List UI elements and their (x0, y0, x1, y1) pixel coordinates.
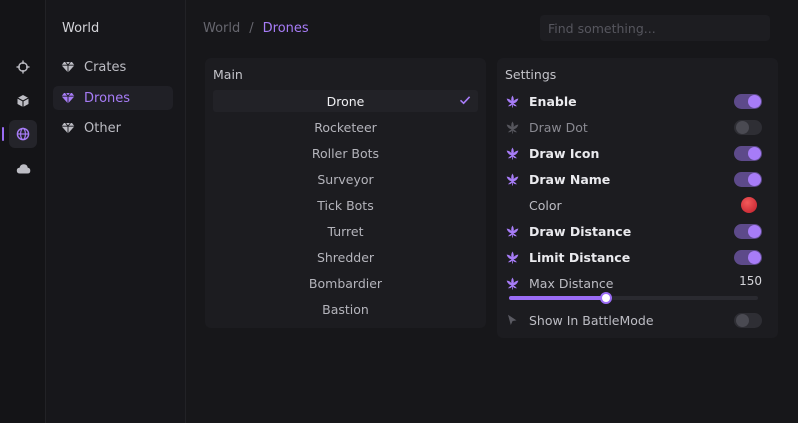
list-item-drone[interactable]: Drone (213, 90, 478, 112)
list-item-bombardier[interactable]: Bombardier (213, 272, 478, 294)
setting-label: Show In BattleMode (529, 312, 654, 328)
enable-toggle[interactable] (734, 94, 762, 109)
panel-title: Settings (505, 67, 557, 82)
draw-dot-toggle[interactable] (734, 120, 762, 135)
setting-label: Draw Name (529, 171, 611, 187)
cube-icon[interactable] (9, 87, 37, 115)
list-item-label: Bastion (322, 301, 369, 317)
sidebar-item-label: Drones (84, 90, 131, 106)
list-item-label: Roller Bots (311, 145, 380, 161)
max-distance-slider[interactable] (509, 292, 758, 304)
draw-icon-toggle[interactable] (734, 146, 762, 161)
setting-label: Draw Icon (529, 145, 600, 161)
setting-label: Max Distance (529, 275, 614, 291)
list-item-roller-bots[interactable]: Roller Bots (213, 142, 478, 164)
gem-icon (61, 61, 75, 73)
setting-label: Draw Dot (529, 119, 588, 135)
limit-distance-toggle[interactable] (734, 250, 762, 265)
active-indicator (2, 127, 4, 141)
draw-distance-toggle[interactable] (734, 224, 762, 239)
list-item-rocketeer[interactable]: Rocketeer (213, 116, 478, 138)
slider-thumb[interactable] (600, 292, 613, 304)
search-input[interactable] (540, 15, 770, 41)
settings-panel: Settings Enable Draw Dot Draw Icon Draw … (497, 58, 778, 338)
list-item-label: Surveyor (317, 171, 374, 187)
breadcrumb: World / Drones (203, 21, 309, 36)
list-item-label: Bombardier (308, 275, 383, 291)
panel-title: Main (213, 67, 243, 82)
sidebar: World Crates Drones Other (47, 0, 186, 423)
breadcrumb-separator: / (249, 21, 254, 36)
list-item-label: Rocketeer (314, 119, 377, 135)
list-item-label: Turret (327, 223, 364, 239)
setting-max-distance: Max Distance 150 (505, 272, 762, 294)
sidebar-item-other[interactable]: Other (53, 116, 173, 140)
slider-value: 150 (739, 274, 762, 288)
cursor-icon (505, 313, 519, 327)
leaf-icon (505, 94, 519, 108)
setting-draw-name: Draw Name (505, 168, 762, 190)
main-panel: Main Drone Rocketeer Roller Bots Surveyo… (205, 58, 486, 328)
leaf-icon (505, 120, 519, 134)
leaf-icon (505, 250, 519, 264)
list-item-label: Tick Bots (317, 197, 374, 213)
setting-label: Draw Distance (529, 223, 632, 239)
leaf-icon (505, 172, 519, 186)
setting-limit-distance: Limit Distance (505, 246, 762, 268)
list-item-tick-bots[interactable]: Tick Bots (213, 194, 478, 216)
list-item-label: Shredder (316, 249, 375, 265)
leaf-icon (505, 146, 519, 160)
list-item-label: Drone (326, 93, 365, 109)
sidebar-item-drones[interactable]: Drones (53, 86, 173, 110)
sidebar-item-crates[interactable]: Crates (53, 55, 173, 79)
setting-draw-distance: Draw Distance (505, 220, 762, 242)
globe-icon[interactable] (9, 120, 37, 148)
check-icon (459, 96, 471, 105)
list-item-bastion[interactable]: Bastion (213, 298, 478, 320)
crosshair-icon[interactable] (9, 53, 37, 81)
list-item-turret[interactable]: Turret (213, 220, 478, 242)
leaf-icon (505, 224, 519, 238)
battle-mode-toggle[interactable] (734, 313, 762, 328)
setting-color: Color (505, 194, 762, 216)
icon-rail (0, 0, 46, 423)
setting-draw-icon: Draw Icon (505, 142, 762, 164)
leaf-icon (505, 276, 519, 290)
slider-fill (509, 296, 607, 300)
setting-battle-mode: Show In BattleMode (505, 309, 762, 331)
setting-label: Color (529, 197, 562, 213)
color-swatch[interactable] (741, 197, 757, 213)
list-item-surveyor[interactable]: Surveyor (213, 168, 478, 190)
setting-enable: Enable (505, 90, 762, 112)
breadcrumb-current: Drones (262, 21, 309, 36)
gem-icon (61, 122, 75, 134)
setting-label: Enable (529, 93, 577, 109)
setting-label: Limit Distance (529, 249, 631, 265)
draw-name-toggle[interactable] (734, 172, 762, 187)
setting-draw-dot: Draw Dot (505, 116, 762, 138)
sidebar-item-label: Other (84, 120, 121, 136)
sidebar-item-label: Crates (84, 59, 127, 75)
cloud-icon[interactable] (9, 155, 37, 183)
list-item-shredder[interactable]: Shredder (213, 246, 478, 268)
gem-icon (61, 92, 75, 104)
breadcrumb-root[interactable]: World (203, 21, 240, 36)
sidebar-title: World (62, 21, 100, 36)
